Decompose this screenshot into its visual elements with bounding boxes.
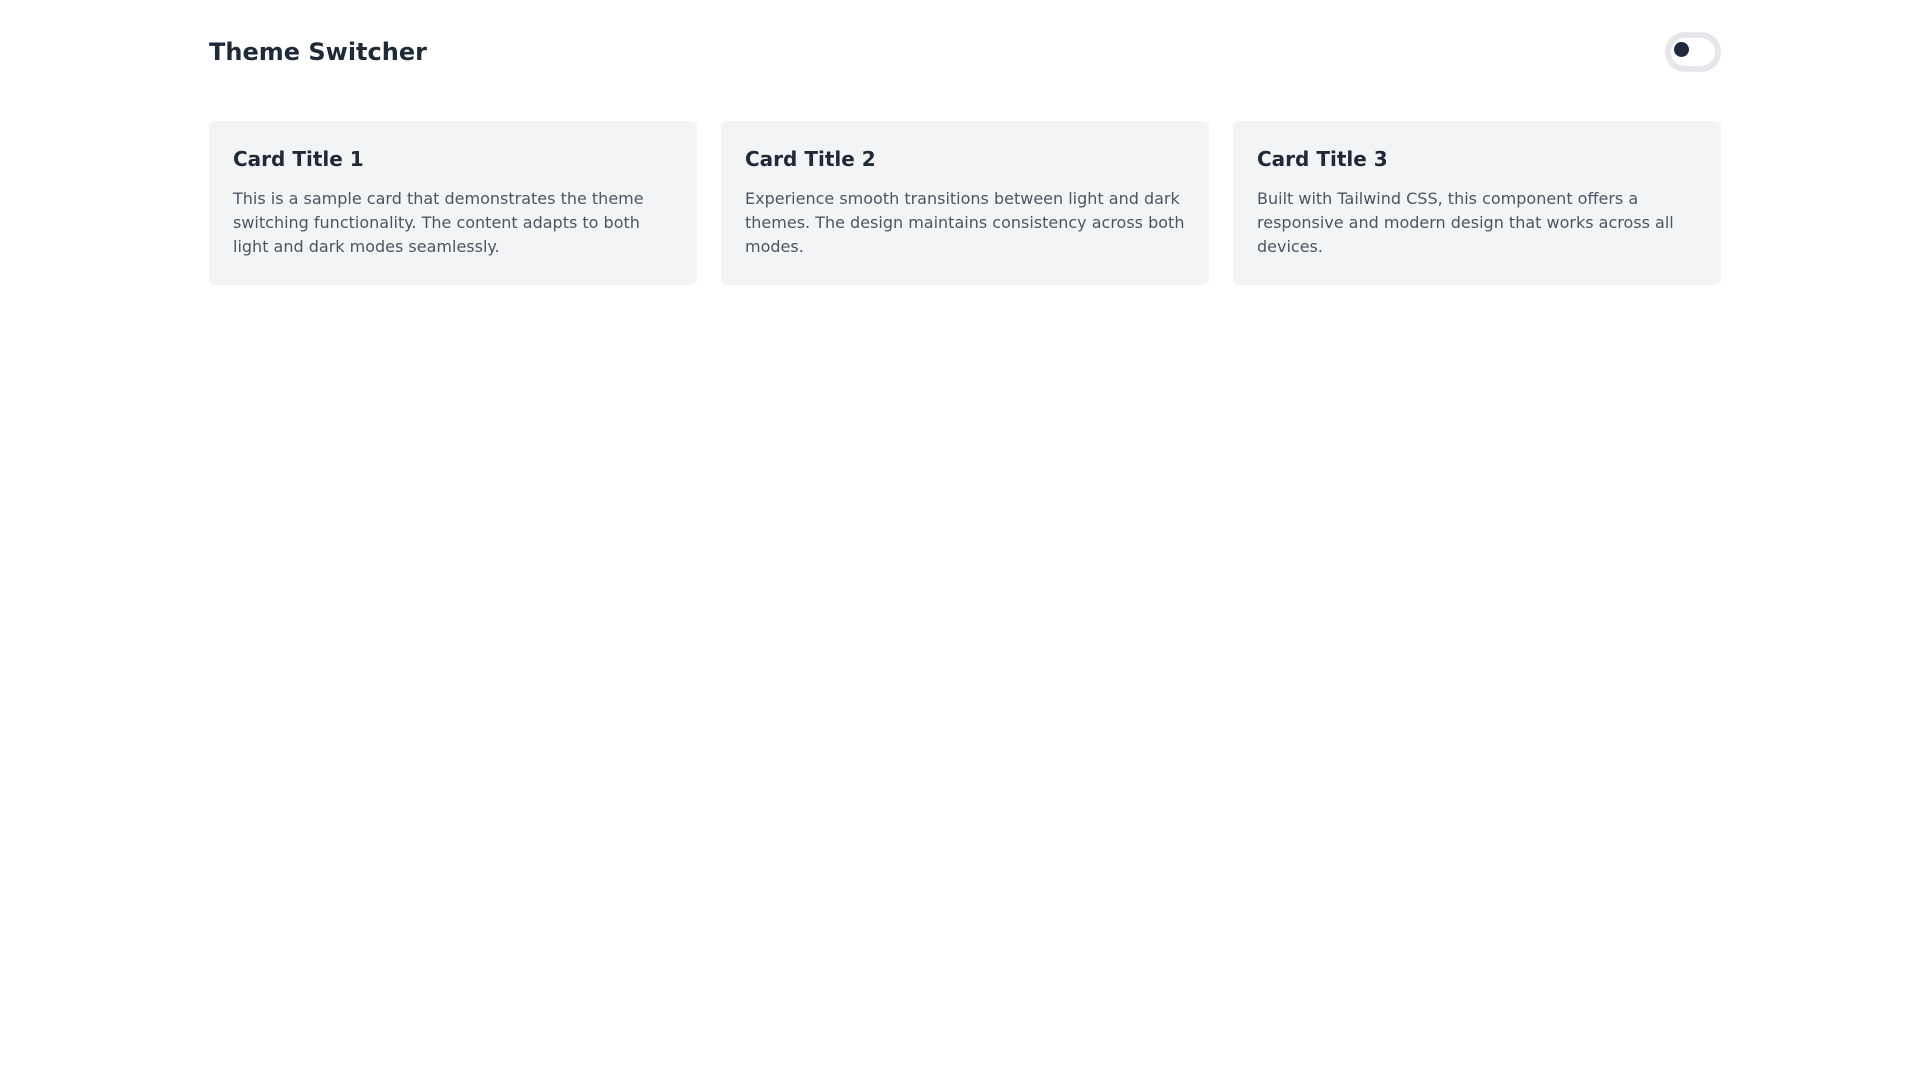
page-title: Theme Switcher (209, 38, 427, 66)
card-1: Card Title 1 This is a sample card that … (209, 121, 697, 285)
page-container: Theme Switcher Card Title 1 This is a sa… (209, 0, 1721, 285)
card-title: Card Title 3 (1257, 147, 1388, 171)
card-title: Card Title 2 (745, 147, 876, 171)
card-text: This is a sample card that demonstrates … (233, 189, 644, 256)
page-header: Theme Switcher (209, 0, 1721, 104)
card-text: Experience smooth transitions between li… (745, 189, 1185, 256)
card-2: Card Title 2 Experience smooth transitio… (721, 121, 1209, 285)
card-title: Card Title 1 (233, 147, 364, 171)
theme-toggle-button[interactable] (1665, 32, 1721, 72)
card-3: Card Title 3 Built with Tailwind CSS, th… (1233, 121, 1721, 285)
card-text: Built with Tailwind CSS, this component … (1257, 189, 1674, 256)
toggle-track (1671, 38, 1715, 66)
card-grid: Card Title 1 This is a sample card that … (209, 121, 1721, 285)
toggle-knob-icon (1674, 42, 1689, 57)
